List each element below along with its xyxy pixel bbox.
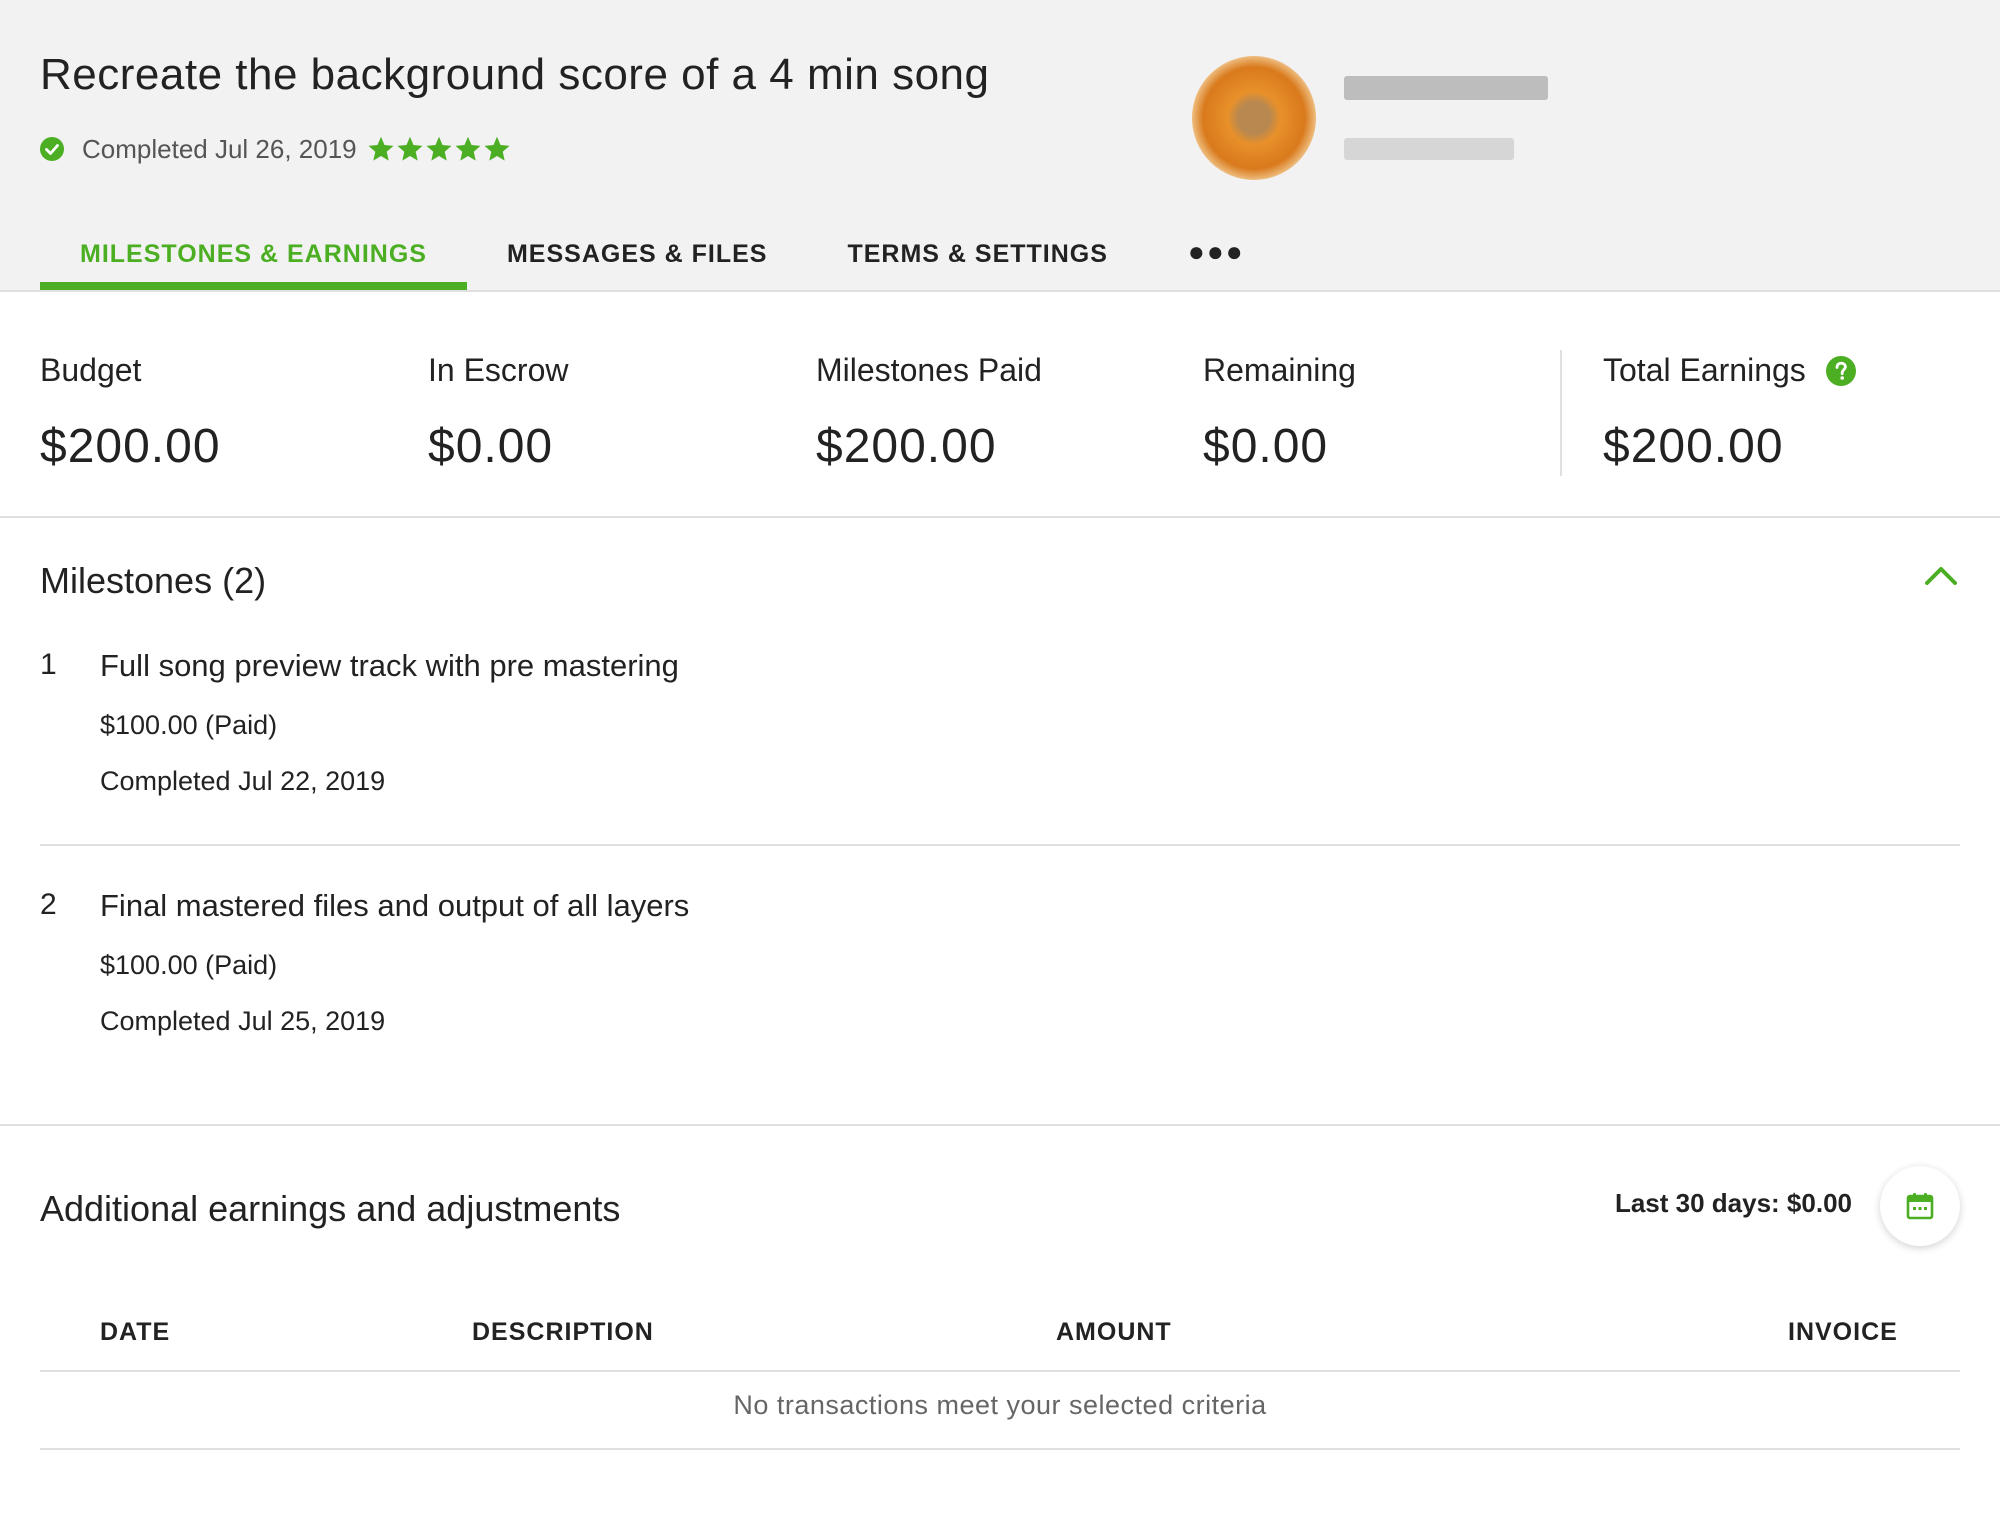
summary-divider <box>1560 350 1562 476</box>
earnings-summary: Budget $200.00 In Escrow $0.00 Milestone… <box>0 292 2000 518</box>
star-icon <box>397 136 423 161</box>
page-title: Recreate the background score of a 4 min… <box>40 50 990 99</box>
chevron-up-icon[interactable] <box>1924 564 1958 586</box>
milestone-date: Completed Jul 22, 2019 <box>100 766 386 796</box>
avatar[interactable] <box>1192 56 1316 180</box>
budget-value: $200.00 <box>40 420 221 473</box>
milestone-amount: $100.00 (Paid) <box>100 950 278 980</box>
tab-milestones-earnings[interactable]: MILESTONES & EARNINGS <box>40 232 467 290</box>
total-earnings-stat: Total Earnings $200.00 <box>1603 352 1856 474</box>
milestones-section: Milestones (2) 1 Full song preview track… <box>0 518 2000 1126</box>
milestone-number: 2 <box>40 888 57 921</box>
milestones-paid-stat: Milestones Paid $200.00 <box>816 352 1042 474</box>
milestones-paid-value: $200.00 <box>816 420 997 473</box>
tab-bar: MILESTONES & EARNINGS MESSAGES & FILES T… <box>40 232 1285 290</box>
total-earnings-label: Total Earnings <box>1603 352 1806 388</box>
escrow-stat: In Escrow $0.00 <box>428 352 568 474</box>
job-header: Recreate the background score of a 4 min… <box>0 0 2000 292</box>
calendar-icon <box>1906 1193 1934 1220</box>
star-rating <box>367 135 512 163</box>
budget-label: Budget <box>40 352 142 388</box>
escrow-value: $0.00 <box>428 420 554 473</box>
client-info-blurred <box>1344 138 1514 160</box>
milestone-title: Final mastered files and output of all l… <box>100 888 690 923</box>
client-name-blurred[interactable] <box>1344 76 1548 100</box>
milestone-divider <box>40 844 1960 846</box>
status-text: Completed Jul 26, 2019 <box>82 133 357 164</box>
check-circle-icon <box>40 137 64 161</box>
adjustments-section: Additional earnings and adjustments Last… <box>0 1126 2000 1526</box>
star-icon <box>455 136 481 161</box>
remaining-value: $0.00 <box>1203 420 1329 473</box>
star-icon <box>484 136 510 161</box>
column-header-amount: AMOUNT <box>1056 1318 1172 1346</box>
milestone-date: Completed Jul 25, 2019 <box>100 1006 386 1036</box>
date-filter-button[interactable] <box>1880 1166 1960 1246</box>
tab-terms-settings[interactable]: TERMS & SETTINGS <box>807 232 1147 288</box>
escrow-label: In Escrow <box>428 352 569 388</box>
budget-stat: Budget $200.00 <box>40 352 221 474</box>
empty-table-message: No transactions meet your selected crite… <box>733 1390 1267 1420</box>
column-header-invoice: INVOICE <box>1788 1318 1898 1346</box>
star-icon <box>426 136 452 161</box>
milestones-paid-label: Milestones Paid <box>816 352 1042 388</box>
milestones-title: Milestones (2) <box>40 560 267 601</box>
total-earnings-label-row: Total Earnings <box>1603 352 1856 389</box>
total-earnings-value: $200.00 <box>1603 420 1784 473</box>
milestone-title: Full song preview track with pre masteri… <box>100 648 679 683</box>
more-tabs-button[interactable]: ●●● <box>1148 232 1285 290</box>
adjustments-title: Additional earnings and adjustments <box>40 1188 621 1229</box>
question-circle-icon[interactable] <box>1825 355 1856 386</box>
column-header-description: DESCRIPTION <box>472 1318 654 1346</box>
table-header-divider <box>40 1370 1960 1372</box>
milestone-item[interactable]: 1 Full song preview track with pre maste… <box>40 648 1960 808</box>
table-bottom-divider <box>40 1448 1960 1450</box>
remaining-label: Remaining <box>1203 352 1356 388</box>
milestone-number: 1 <box>40 648 57 681</box>
milestone-amount: $100.00 (Paid) <box>100 710 278 740</box>
milestone-item[interactable]: 2 Final mastered files and output of all… <box>40 888 1960 1048</box>
job-status: Completed Jul 26, 2019 <box>40 132 512 166</box>
star-icon <box>368 136 394 161</box>
column-header-date[interactable]: DATE <box>100 1318 170 1347</box>
last-30-days-total: Last 30 days: $0.00 <box>1614 1188 1852 1218</box>
tab-messages-files[interactable]: MESSAGES & FILES <box>467 232 807 288</box>
remaining-stat: Remaining $0.00 <box>1203 352 1356 474</box>
